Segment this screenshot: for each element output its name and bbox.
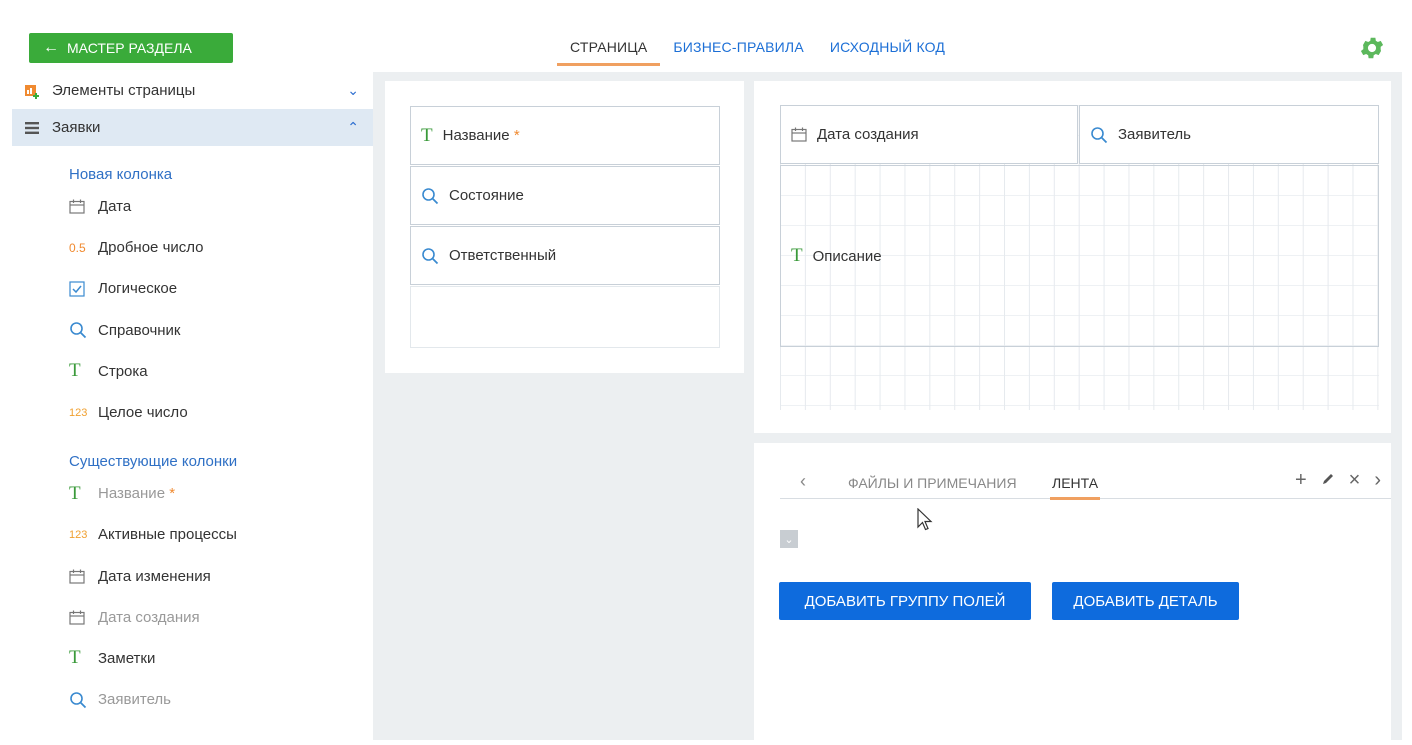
list-item-label: Заявитель: [98, 691, 171, 709]
required-mark: *: [513, 127, 520, 144]
list-item-string[interactable]: T Строка: [69, 351, 373, 392]
field-label: Ответственный: [449, 247, 557, 264]
new-columns-group: Новая колонка Дата 0.5 Дробное число Лог…: [12, 146, 373, 720]
chevron-up-icon[interactable]: ⌃: [347, 119, 359, 136]
list-item-label: Заметки: [98, 649, 156, 667]
list-item-modified-on[interactable]: Дата изменения: [69, 556, 373, 597]
field-description[interactable]: T Описание: [780, 165, 1379, 347]
list-item-label: Дата создания: [98, 608, 200, 626]
search-icon: [421, 187, 439, 205]
field-label: Состояние: [449, 187, 524, 204]
section-label: Заявки: [52, 119, 101, 136]
tab-business-rules[interactable]: БИЗНЕС-ПРАВИЛА: [660, 34, 816, 66]
page-elements-icon: [24, 83, 40, 99]
list-item-label: Справочник: [98, 321, 181, 339]
new-columns-title: Новая колонка: [69, 166, 173, 183]
list-item-label: Активные процессы: [98, 526, 237, 544]
collapse-toggle-icon[interactable]: ⌄: [780, 530, 798, 548]
integer-icon: 123: [69, 528, 88, 541]
calendar-icon: [791, 127, 807, 142]
list-item-boolean[interactable]: Логическое: [69, 268, 373, 309]
calendar-icon: [69, 199, 91, 214]
app-window: ← МАСТЕР РАЗДЕЛА СТРАНИЦА БИЗНЕС-ПРАВИЛА…: [12, 12, 1402, 740]
arrow-left-icon: ←: [43, 39, 59, 56]
text-icon: T: [69, 360, 81, 382]
existing-columns-title: Существующие колонки: [69, 453, 238, 471]
list-item-date[interactable]: Дата: [69, 186, 373, 227]
gear-icon[interactable]: [1358, 34, 1386, 62]
text-icon: T: [69, 647, 81, 669]
field-created-on[interactable]: Дата создания: [780, 105, 1078, 164]
tab-files-notes[interactable]: ФАЙЛЫ И ПРИМЕЧАНИЯ: [848, 475, 1017, 497]
field-owner[interactable]: Ответственный: [410, 226, 720, 285]
checkbox-icon: [69, 281, 91, 297]
text-icon: T: [791, 245, 803, 266]
list-item-notes[interactable]: T Заметки: [69, 638, 373, 679]
list-item-label: Дата: [98, 198, 132, 216]
back-to-wizard-button[interactable]: ← МАСТЕР РАЗДЕЛА: [29, 33, 233, 63]
text-icon: T: [421, 124, 433, 146]
detail-tabs: ‹ ФАЙЛЫ И ПРИМЕЧАНИЯ ЛЕНТА + × ›: [780, 467, 1391, 500]
list-item-label: Дата изменения: [98, 567, 211, 585]
list-item-label: Логическое: [98, 280, 178, 298]
page-elements-label: Элементы страницы: [52, 82, 196, 99]
sidebar: Элементы страницы ⌄ Заявки ⌃ Новая колон…: [12, 72, 373, 740]
field-label: Описание: [812, 247, 882, 265]
calendar-icon: [69, 610, 91, 625]
tab-source-code[interactable]: ИСХОДНЫЙ КОД: [817, 34, 958, 66]
required-mark: *: [169, 485, 176, 503]
section-header[interactable]: Заявки ⌃: [12, 109, 373, 146]
list-icon: [24, 120, 40, 136]
search-icon: [69, 691, 91, 709]
field-label: Название: [442, 127, 510, 144]
page-elements-header[interactable]: Элементы страницы ⌄: [12, 72, 373, 109]
tab-feed[interactable]: ЛЕНТА: [1050, 475, 1101, 500]
mouse-cursor-icon: [917, 508, 933, 531]
empty-drop-slot[interactable]: [410, 286, 720, 348]
detail-toolbar: + × ›: [1295, 469, 1381, 492]
list-item-applicant[interactable]: Заявитель: [69, 679, 373, 720]
field-label: Дата создания: [817, 126, 919, 143]
field-name[interactable]: T Название *: [410, 106, 720, 165]
calendar-icon: [69, 569, 91, 584]
pencil-icon[interactable]: [1321, 469, 1335, 492]
search-icon: [69, 321, 91, 339]
top-bar: ← МАСТЕР РАЗДЕЛА СТРАНИЦА БИЗНЕС-ПРАВИЛА…: [12, 12, 1402, 72]
field-status[interactable]: Состояние: [410, 166, 720, 225]
list-item-label: Строка: [98, 362, 148, 380]
add-detail-button[interactable]: ДОБАВИТЬ ДЕТАЛЬ: [1052, 582, 1239, 620]
plus-icon[interactable]: +: [1295, 469, 1307, 492]
list-item-label: Дробное число: [98, 239, 204, 257]
search-icon: [421, 247, 439, 265]
close-icon[interactable]: ×: [1349, 469, 1361, 492]
integer-icon: 123: [69, 406, 88, 419]
details-panel: ‹ ФАЙЛЫ И ПРИМЕЧАНИЯ ЛЕНТА + × › ⌄ ДОБАВ…: [754, 443, 1391, 740]
secondary-fields-panel: Дата создания Заявитель T Описание: [754, 81, 1391, 433]
chevron-down-icon[interactable]: ⌄: [347, 82, 359, 99]
chevron-right-icon[interactable]: ›: [1374, 469, 1381, 492]
chevron-left-icon[interactable]: ‹: [800, 471, 806, 492]
decimal-icon: 0.5: [69, 240, 86, 255]
list-item-active-processes[interactable]: 123 Активные процессы: [69, 514, 373, 555]
field-label: Заявитель: [1118, 126, 1191, 143]
field-applicant[interactable]: Заявитель: [1079, 105, 1379, 164]
list-item-label: Целое число: [98, 404, 188, 422]
text-icon: T: [69, 482, 81, 504]
search-icon: [1090, 126, 1108, 144]
primary-fields-panel: T Название * Состояние Ответственный: [385, 81, 744, 373]
page-tabs: СТРАНИЦА БИЗНЕС-ПРАВИЛА ИСХОДНЫЙ КОД: [557, 34, 958, 66]
list-item-integer[interactable]: 123 Целое число: [69, 392, 373, 433]
list-item-created-on[interactable]: Дата создания: [69, 597, 373, 638]
add-field-group-button[interactable]: ДОБАВИТЬ ГРУППУ ПОЛЕЙ: [779, 582, 1031, 620]
list-item-decimal[interactable]: 0.5 Дробное число: [69, 227, 373, 268]
list-item-name[interactable]: T Название *: [69, 473, 373, 514]
tab-page[interactable]: СТРАНИЦА: [557, 34, 661, 66]
list-item-lookup[interactable]: Справочник: [69, 310, 373, 351]
back-button-label: МАСТЕР РАЗДЕЛА: [67, 40, 192, 56]
list-item-label: Название: [98, 485, 166, 503]
